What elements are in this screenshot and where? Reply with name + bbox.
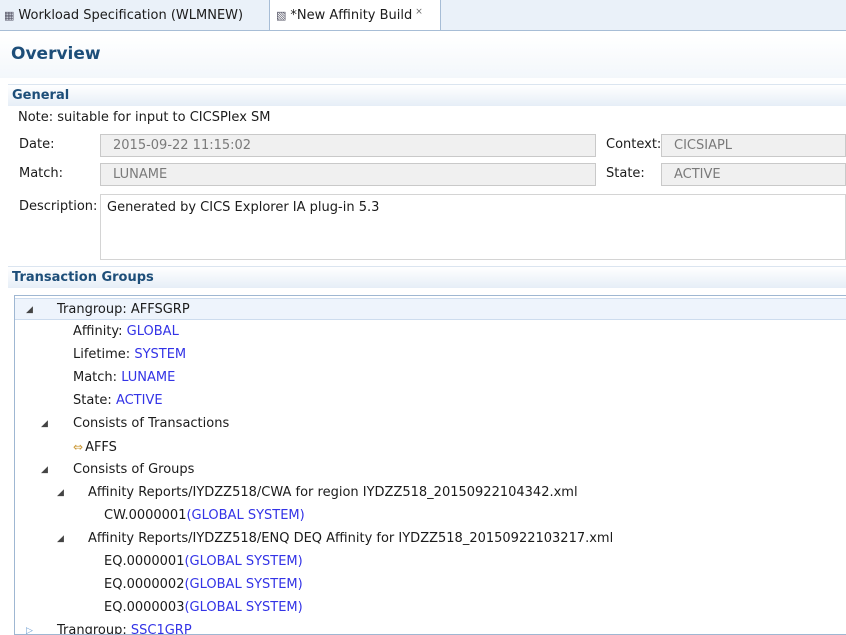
workload-icon: ▦ (4, 8, 15, 22)
expanded-triangle-icon[interactable]: ◢ (57, 482, 64, 504)
affinity-value: GLOBAL (126, 324, 179, 339)
state-field[interactable]: ACTIVE (661, 163, 846, 186)
tree-node-consists-of-groups[interactable]: ◢ Consists of Groups (15, 459, 846, 481)
context-label: Context: (606, 137, 662, 152)
affinity-item-id: EQ.0000002 (104, 577, 185, 592)
general-note: Note: suitable for input to CICSPlex SM (18, 110, 271, 125)
transaction-groups-tree[interactable]: ◢ Trangroup: AFFSGRP Affinity: GLOBAL Li… (14, 295, 846, 635)
trangroup-prefix: Trangroup: (57, 623, 131, 635)
affinity-item-id: CW.0000001 (104, 508, 187, 523)
tree-node-affinity[interactable]: Affinity: GLOBAL (73, 321, 179, 343)
transaction-groups-heading: Transaction Groups (8, 266, 846, 288)
transaction-icon: ⇔ (73, 440, 84, 454)
date-field[interactable]: 2015-09-22 11:15:02 (100, 134, 596, 157)
tree-node-state[interactable]: State: ACTIVE (73, 390, 163, 412)
transaction-name: AFFS (85, 440, 117, 455)
tree-node-lifetime[interactable]: Lifetime: SYSTEM (73, 344, 186, 366)
trangroup-name: SSC1GRP (130, 623, 192, 635)
expanded-triangle-icon[interactable]: ◢ (26, 299, 33, 321)
tree-node-consists-of-transactions[interactable]: ◢ Consists of Transactions (15, 413, 846, 435)
tree-node-report-enq-deq[interactable]: ◢ Affinity Reports/IYDZZ518/ENQ DEQ Affi… (15, 528, 846, 550)
trangroup-prefix: Trangroup: (57, 302, 131, 317)
description-label: Description: (19, 199, 98, 214)
affinity-item-id: EQ.0000003 (104, 600, 185, 615)
tree-node-affinity-item[interactable]: EQ.0000003(GLOBAL SYSTEM) (104, 597, 303, 619)
affinity-item-detail: (GLOBAL SYSTEM) (184, 554, 303, 569)
tree-node-report-cwa[interactable]: ◢ Affinity Reports/IYDZZ518/CWA for regi… (15, 482, 846, 504)
state-label: State: (606, 166, 645, 181)
report-name: Affinity Reports/IYDZZ518/CWA for region… (88, 485, 578, 500)
affinity-label: Affinity: (73, 324, 127, 339)
affinity-item-detail: (GLOBAL SYSTEM) (184, 577, 303, 592)
tree-node-transaction-affs[interactable]: ⇔ AFFS (73, 436, 117, 458)
match-field[interactable]: LUNAME (100, 163, 596, 186)
expanded-triangle-icon[interactable]: ◢ (41, 459, 48, 481)
tree-node-match[interactable]: Match: LUNAME (73, 367, 175, 389)
tree-node-trangroup-affsgrp[interactable]: ◢ Trangroup: AFFSGRP (15, 298, 846, 320)
tab-workload-specification[interactable]: ▦ Workload Specification (WLMNEW) (4, 1, 243, 29)
state-label: State: (73, 393, 116, 408)
close-icon[interactable]: ⨯ (415, 7, 423, 17)
match-label: Match: (73, 370, 122, 385)
lifetime-value: SYSTEM (134, 347, 187, 362)
transactions-label: Consists of Transactions (73, 416, 230, 431)
tree-node-affinity-item[interactable]: EQ.0000002(GLOBAL SYSTEM) (104, 574, 303, 596)
affinity-item-detail: (GLOBAL SYSTEM) (184, 600, 303, 615)
affinity-icon: ▧ (276, 8, 287, 22)
collapsed-triangle-icon[interactable]: ▷ (26, 620, 33, 634)
match-label: Match: (19, 166, 64, 181)
general-section-heading: General (8, 84, 846, 106)
expanded-triangle-icon[interactable]: ◢ (57, 528, 64, 550)
tree-node-affinity-item[interactable]: EQ.0000001(GLOBAL SYSTEM) (104, 551, 303, 573)
editor-tab-bar: ▦ Workload Specification (WLMNEW) ▧ *New… (0, 0, 846, 31)
affinity-item-id: EQ.0000001 (104, 554, 185, 569)
tree-node-affinity-item[interactable]: CW.0000001(GLOBAL SYSTEM) (104, 505, 305, 527)
context-field[interactable]: CICSIAPL (661, 134, 846, 157)
tab-label: Workload Specification (WLMNEW) (18, 7, 244, 23)
report-name: Affinity Reports/IYDZZ518/ENQ DEQ Affini… (88, 531, 614, 546)
tree-node-trangroup-ssc1grp[interactable]: ▷ Trangroup: SSC1GRP (15, 620, 846, 635)
expanded-triangle-icon[interactable]: ◢ (41, 413, 48, 435)
overview-header-band (0, 36, 846, 78)
match-value: LUNAME (121, 370, 176, 385)
lifetime-label: Lifetime: (73, 347, 135, 362)
tab-new-affinity-build[interactable]: ▧ *New Affinity Build ⨯ (269, 0, 441, 30)
state-value: ACTIVE (115, 393, 163, 408)
date-label: Date: (19, 137, 55, 152)
page-title: Overview (11, 44, 101, 64)
tab-label: *New Affinity Build (290, 7, 413, 23)
groups-label: Consists of Groups (73, 462, 195, 477)
trangroup-name: AFFSGRP (130, 302, 190, 317)
affinity-item-detail: (GLOBAL SYSTEM) (186, 508, 305, 523)
description-field[interactable]: Generated by CICS Explorer IA plug-in 5.… (100, 194, 846, 260)
